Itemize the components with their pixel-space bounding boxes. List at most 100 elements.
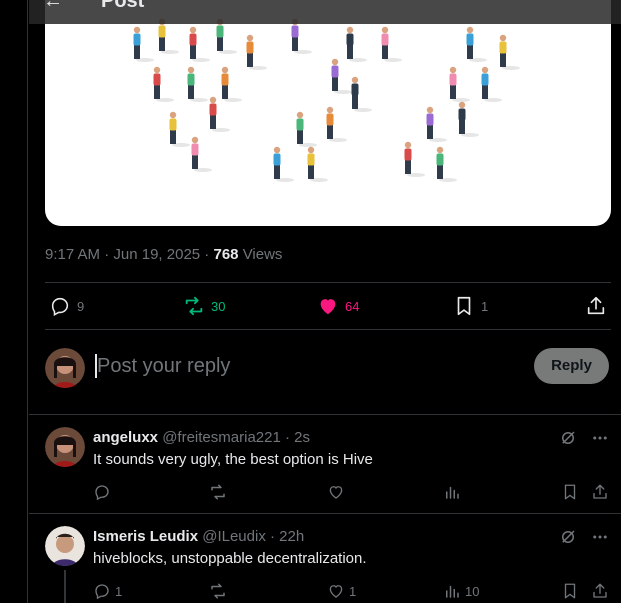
heart-filled-icon [320,299,336,315]
reply-icon [95,584,109,600]
reply-count: 9 [77,298,85,314]
heart-icon [329,486,343,499]
bookmark-action[interactable] [561,582,579,600]
person-figure [296,111,317,147]
person-figure [133,26,154,62]
analytics-icon [446,486,459,499]
person-figure [209,96,230,132]
repost-icon [211,583,225,599]
bookmark-icon [564,484,576,500]
crowd-illustration [133,18,520,182]
person-figure [331,58,352,94]
person-figure [404,141,425,177]
left-rail [0,0,28,603]
reply-action[interactable] [93,483,115,501]
person-figure [191,136,212,172]
like-count: 1 [349,583,357,599]
avatar[interactable] [45,526,85,566]
grok-icon[interactable] [559,528,577,546]
person-figure [187,66,208,102]
avatar-image [45,526,85,566]
views-action[interactable] [443,483,465,501]
views-action[interactable]: 10 [443,582,479,600]
like-action[interactable] [327,483,349,501]
author-name[interactable]: angeluxx [93,429,158,446]
post-time[interactable]: 9:17 AM [45,246,100,263]
repost-action[interactable]: 30 [183,295,225,317]
person-figure [273,146,294,182]
post-date[interactable]: Jun 19, 2025 [113,246,200,263]
share-icon [593,583,607,598]
repost-count: 30 [211,298,226,314]
bookmark-action[interactable] [561,483,579,501]
author-name[interactable]: Ismeris Leudix [93,528,198,545]
share-action[interactable] [585,295,607,317]
repost-action[interactable] [209,582,231,600]
share-icon [593,484,607,499]
tweet-actions [93,483,609,505]
bookmark-icon [564,583,576,599]
tweet-header: angeluxx @freitesmaria221 · 2s [93,429,310,446]
repost-action[interactable] [209,483,231,501]
person-figure [326,106,347,142]
bookmark-icon [457,296,471,316]
reply-icon [95,485,109,501]
bookmark-count: 1 [481,298,489,314]
like-count: 64 [345,298,360,314]
avatar[interactable] [45,427,85,467]
reply-action[interactable]: 1 [93,582,122,600]
more-icon[interactable] [591,528,609,546]
person-figure [351,76,372,112]
more-icon[interactable] [591,429,609,447]
top-header: ← Post [29,0,621,24]
arrow-left-icon[interactable]: ← [43,0,63,13]
share-action[interactable] [591,582,609,600]
reply-button[interactable]: Reply [534,348,609,384]
analytics-icon [446,585,459,598]
reply-icon [51,297,69,317]
person-figure [307,146,328,182]
tweet-text: hiveblocks, unstoppable decentralization… [93,550,367,567]
author-handle[interactable]: @ILeudix [202,528,266,545]
tweet-actions: 1 1 10 [93,582,609,603]
like-action[interactable]: 1 [327,582,356,600]
repost-icon [211,484,225,500]
reply-input[interactable]: Post your reply [95,354,230,378]
views-count: 10 [465,583,480,599]
views-label: Views [242,246,283,263]
share-action[interactable] [591,483,609,501]
reply-count: 1 [115,583,123,599]
reply-tweet[interactable]: angeluxx @freitesmaria221 · 2s It sounds… [29,415,621,514]
reply-tweet[interactable]: Ismeris Leudix @ILeudix · 22h hiveblocks… [29,514,621,603]
reply-action[interactable]: 9 [49,295,84,317]
person-figure [246,34,267,70]
person-figure [499,34,520,70]
grok-icon[interactable] [559,429,577,447]
tweet-time[interactable]: 22h [279,528,304,545]
person-figure [158,18,179,54]
person-figure [381,26,402,62]
reply-composer: Post your reply Reply [29,330,621,415]
tweet-header: Ismeris Leudix @ILeudix · 22h [93,528,305,545]
tweet-text: It sounds very ugly, the best option is … [93,451,373,468]
person-figure [481,66,502,102]
post-meta: 9:17 AM · Jun 19, 2025 · 768 Views [45,246,283,263]
avatar[interactable] [45,348,85,388]
person-figure [169,111,190,147]
author-handle[interactable]: @freitesmaria221 [162,429,281,446]
person-figure [189,26,210,62]
like-action[interactable]: 64 [317,295,359,317]
bookmark-action[interactable]: 1 [453,295,488,317]
post-media-image[interactable] [45,0,611,226]
tweet-tools [559,429,609,447]
thread-line [64,570,66,603]
person-figure [466,26,487,62]
repost-icon [185,296,203,316]
avatar-image [45,348,85,388]
person-figure [346,26,367,62]
person-figure [221,66,242,102]
tweet-time[interactable]: 2s [294,429,310,446]
page-title: Post [101,0,145,12]
person-figure [153,66,174,102]
share-icon [587,296,605,315]
